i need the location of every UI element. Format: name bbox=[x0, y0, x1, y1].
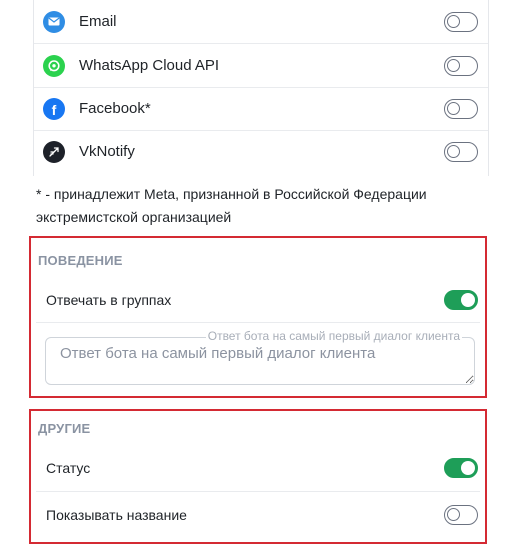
toggle-knob bbox=[461, 460, 475, 475]
divider bbox=[36, 491, 480, 492]
right-border-line bbox=[488, 0, 489, 176]
toggle-knob bbox=[447, 59, 460, 72]
behavior-section: ПОВЕДЕНИЕ Отвечать в группах Ответ бота … bbox=[29, 236, 487, 398]
status-label: Статус bbox=[46, 460, 91, 476]
email-icon bbox=[43, 10, 65, 33]
channel-row-whatsapp: WhatsApp Cloud API bbox=[34, 44, 488, 87]
channel-label: Email bbox=[79, 13, 117, 30]
toggle-knob bbox=[447, 15, 460, 28]
facebook-icon: f bbox=[43, 97, 65, 120]
meta-disclaimer: * - принадлежит Meta, признанной в Росси… bbox=[36, 186, 427, 225]
facebook-toggle[interactable] bbox=[444, 99, 478, 119]
channel-label: Facebook* bbox=[79, 100, 151, 117]
channel-label: VkNotify bbox=[79, 143, 135, 160]
first-reply-floating-label: Ответ бота на самый первый диалог клиент… bbox=[205, 329, 462, 343]
channel-row-facebook: f Facebook* bbox=[34, 87, 488, 130]
channel-label: WhatsApp Cloud API bbox=[79, 57, 220, 74]
first-reply-textarea[interactable] bbox=[45, 337, 475, 385]
channel-row-email: Email bbox=[34, 0, 488, 43]
other-section: ДРУГИЕ Статус Показывать название bbox=[29, 409, 487, 544]
email-toggle[interactable] bbox=[444, 12, 478, 32]
channel-row-vknotify: VkNotify bbox=[34, 130, 488, 173]
reply-in-groups-toggle[interactable] bbox=[444, 290, 478, 310]
section-title: ПОВЕДЕНИЕ bbox=[38, 253, 123, 268]
vknotify-toggle[interactable] bbox=[444, 142, 478, 162]
show-name-toggle[interactable] bbox=[444, 505, 478, 525]
show-name-label: Показывать название bbox=[46, 507, 187, 523]
toggle-knob bbox=[447, 102, 460, 115]
toggle-knob bbox=[461, 292, 475, 307]
status-toggle[interactable] bbox=[444, 458, 478, 478]
whatsapp-toggle[interactable] bbox=[444, 56, 478, 76]
first-reply-field: Ответ бота на самый первый диалог клиент… bbox=[45, 329, 475, 385]
divider bbox=[36, 322, 480, 323]
section-title: ДРУГИЕ bbox=[38, 421, 91, 436]
toggle-knob bbox=[447, 508, 460, 521]
vknotify-icon bbox=[43, 140, 65, 163]
toggle-knob bbox=[447, 145, 460, 158]
whatsapp-icon bbox=[43, 54, 65, 77]
reply-in-groups-label: Отвечать в группах bbox=[46, 292, 172, 308]
